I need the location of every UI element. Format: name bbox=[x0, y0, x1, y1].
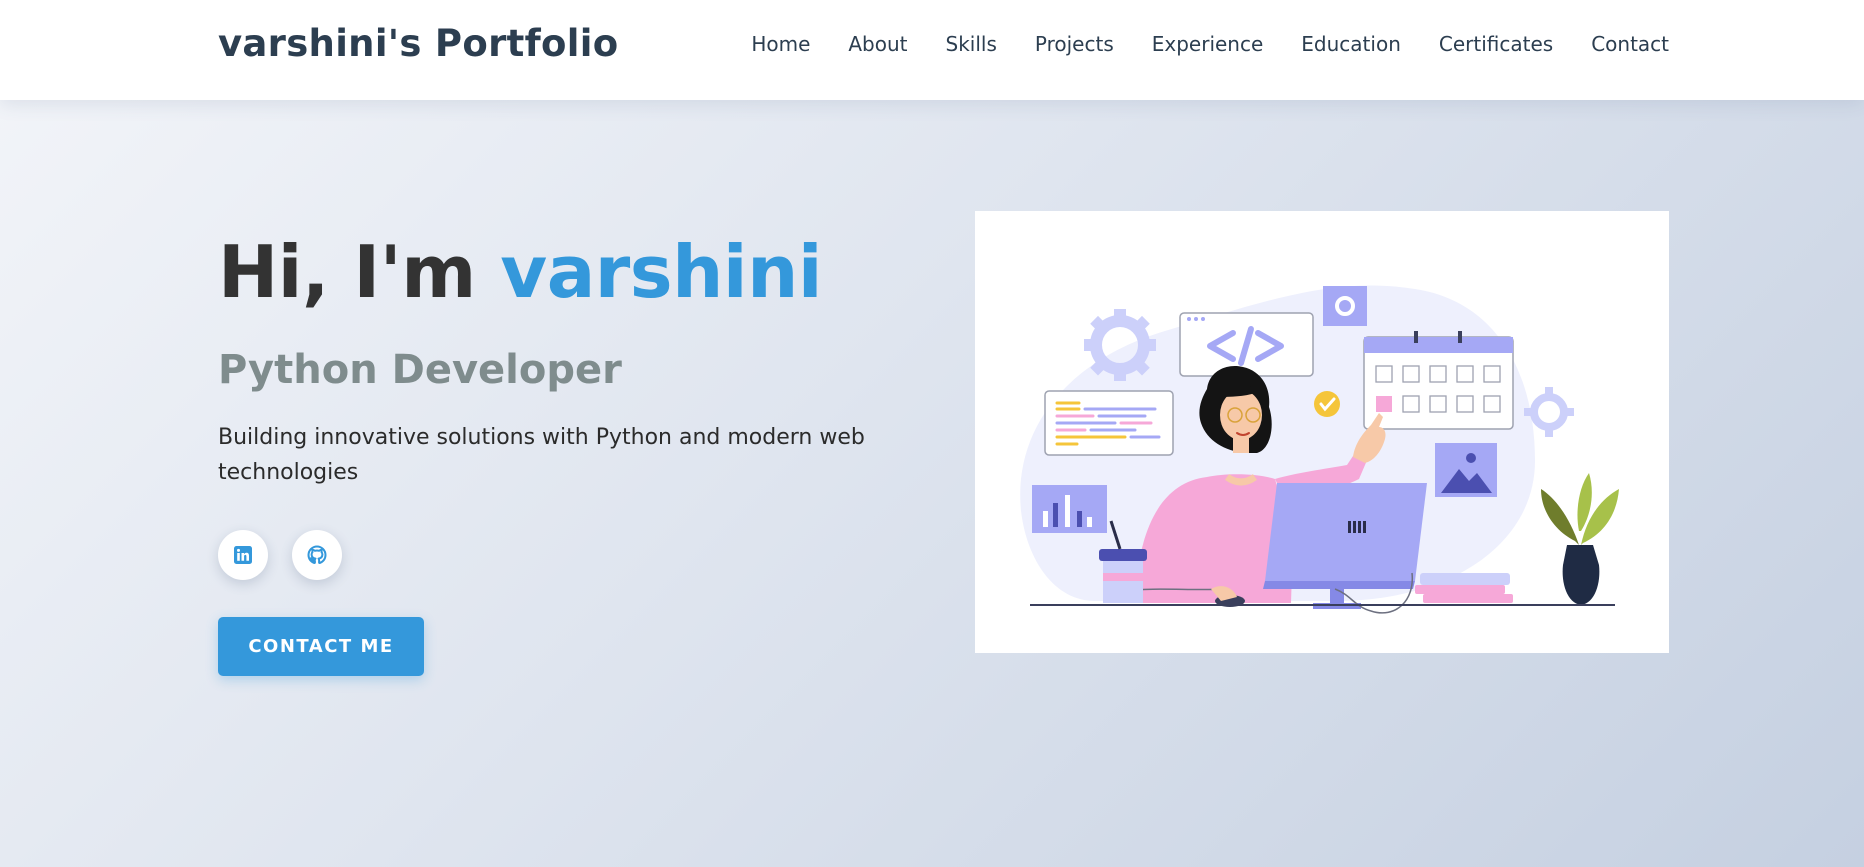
nav-links: Home About Skills Projects Experience Ed… bbox=[751, 32, 1669, 56]
nav-link-experience[interactable]: Experience bbox=[1152, 32, 1264, 56]
nav-link-about[interactable]: About bbox=[848, 32, 907, 56]
hero-role: Python Developer bbox=[218, 347, 622, 393]
nav-link-contact[interactable]: Contact bbox=[1591, 32, 1669, 56]
linkedin-icon bbox=[234, 546, 252, 564]
hero-greeting: Hi, I'm varshini bbox=[218, 228, 918, 316]
nav-link-home[interactable]: Home bbox=[751, 32, 810, 56]
developer-illustration bbox=[1020, 285, 1619, 614]
nav-link-projects[interactable]: Projects bbox=[1035, 32, 1114, 56]
hero-illustration bbox=[975, 211, 1669, 653]
site-logo[interactable]: varshini's Portfolio bbox=[218, 22, 618, 65]
nav-link-skills[interactable]: Skills bbox=[946, 32, 997, 56]
hero-tagline: Building innovative solutions with Pytho… bbox=[218, 425, 865, 485]
greeting-name: varshini bbox=[500, 230, 823, 314]
contact-me-button[interactable]: CONTACT ME bbox=[218, 617, 424, 676]
greeting-prefix: Hi, I'm bbox=[218, 230, 501, 314]
hero-text: Hi, I'm varshini Python Developer Buildi… bbox=[218, 228, 918, 490]
gear-icon-right bbox=[1530, 393, 1568, 431]
nav-link-education[interactable]: Education bbox=[1301, 32, 1401, 56]
github-icon bbox=[307, 545, 327, 565]
github-button[interactable] bbox=[292, 530, 342, 580]
social-links bbox=[218, 530, 342, 580]
nav-link-certificates[interactable]: Certificates bbox=[1439, 32, 1553, 56]
navbar: varshini's Portfolio Home About Skills P… bbox=[0, 0, 1864, 100]
linkedin-button[interactable] bbox=[218, 530, 268, 580]
